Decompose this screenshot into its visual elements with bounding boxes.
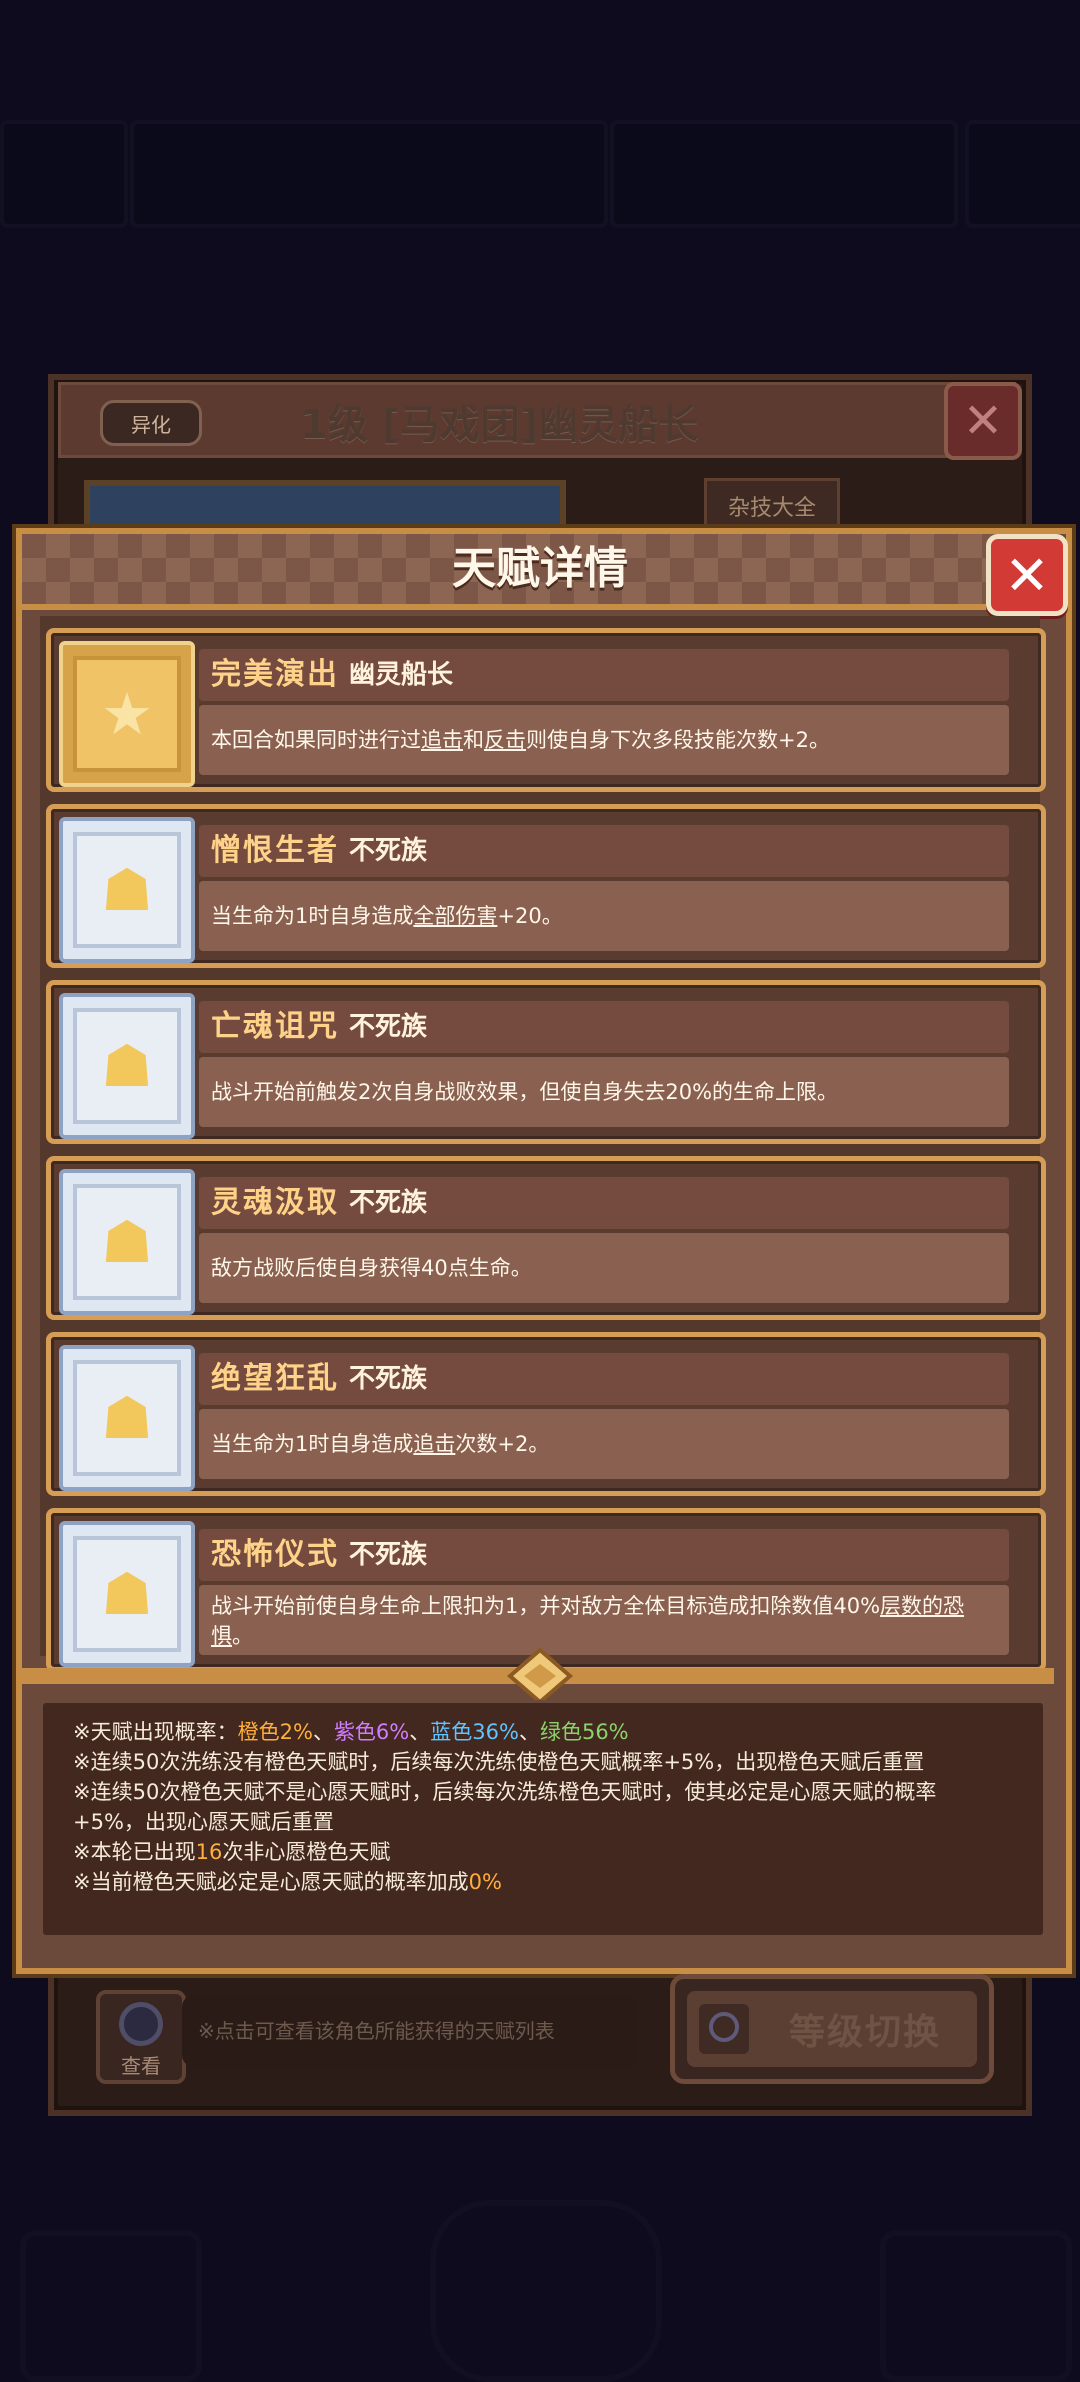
talent-icon-frame: ★: [59, 641, 195, 787]
search-icon: [119, 2002, 163, 2046]
talent-icon-frame: ☗: [59, 1521, 195, 1667]
bread-icon: ☗: [73, 1008, 181, 1124]
desc-text: 则使自身下次多段技能次数+2。: [526, 728, 830, 752]
talent-icon-frame: ☗: [59, 817, 195, 963]
talent-card[interactable]: ☗ 绝望狂乱 不死族当生命为1时自身造成追击次数+2。: [46, 1332, 1046, 1496]
desc-text: 40%: [833, 1594, 881, 1618]
hud-slot: [610, 120, 958, 228]
talent-name: 憎恨生者: [211, 833, 339, 868]
talent-description: 本回合如果同时进行过追击和反击则使自身下次多段技能次数+2。: [211, 725, 1001, 755]
background-hud: [0, 120, 1080, 230]
talent-card[interactable]: ★ 完美演出 幽灵船长本回合如果同时进行过追击和反击则使自身下次多段技能次数+2。: [46, 628, 1046, 792]
talent-icon-frame: ☗: [59, 1169, 195, 1315]
hud-slot: [0, 120, 128, 228]
rate-line-5: ※当前橙色天赋必定是心愿天赋的概率加成0%: [73, 1870, 502, 1894]
talent-tribe: 不死族: [349, 1540, 428, 1570]
close-icon[interactable]: ✕: [986, 534, 1068, 616]
level-switch-button[interactable]: 等级切换: [670, 1974, 994, 2084]
talent-name: 恐怖仪式: [211, 1537, 339, 1572]
hud-slot: [965, 120, 1080, 228]
character-title: 1级 [马戏团]幽灵船长: [300, 402, 699, 448]
talent-tribe: 不死族: [349, 1012, 428, 1042]
hud-slot: [130, 120, 608, 228]
talent-tribe: 不死族: [349, 1364, 428, 1394]
hint-text: ※点击可查看该角色所能获得的天赋列表: [182, 1995, 638, 2067]
search-icon: [699, 2004, 749, 2054]
talent-card[interactable]: ☗ 亡魂诅咒 不死族战斗开始前触发2次自身战败效果，但使自身失去20%的生命上限。: [46, 980, 1046, 1144]
talent-name: 绝望狂乱: [211, 1361, 339, 1396]
talent-icon-frame: ☗: [59, 1345, 195, 1491]
desc-text: +20。: [497, 904, 563, 928]
talent-icon-frame: ☗: [59, 993, 195, 1139]
desc-text: 敌方战败后使自身获得40点生命。: [211, 1256, 532, 1280]
skill-tag[interactable]: 杂技大全: [704, 478, 840, 534]
desc-text: 当生命为1时自身造成: [211, 1432, 414, 1456]
keyword-link[interactable]: 全部伤害: [413, 904, 497, 928]
desc-text: 本回合如果同时进行过: [211, 728, 421, 752]
talent-name: 完美演出: [211, 657, 339, 692]
talent-description: 敌方战败后使自身获得40点生命。: [211, 1253, 1001, 1283]
talent-card[interactable]: ☗ 灵魂汲取 不死族敌方战败后使自身获得40点生命。: [46, 1156, 1046, 1320]
star-icon: ★: [73, 656, 181, 772]
bread-icon: ☗: [73, 1360, 181, 1476]
talent-card[interactable]: ☗ 憎恨生者 不死族当生命为1时自身造成全部伤害+20。: [46, 804, 1046, 968]
talent-name: 灵魂汲取: [211, 1185, 339, 1220]
rate-line-1: ※天赋出现概率：橙色2%、紫色6%、蓝色36%、绿色56%: [73, 1720, 629, 1744]
talent-description: 当生命为1时自身造成全部伤害+20。: [211, 901, 1001, 931]
talent-tribe: 不死族: [349, 1188, 428, 1218]
desc-text: 当生命为1时自身造成: [211, 904, 414, 928]
modal-title: 天赋详情: [452, 543, 628, 594]
desc-text: 战斗开始前触发2次自身战败效果，但使自身失去20%的生命上限。: [211, 1080, 839, 1104]
background-footer: [0, 2190, 1080, 2382]
mutation-badge: 异化: [100, 400, 202, 446]
talent-description: 当生命为1时自身造成追击次数+2。: [211, 1429, 1001, 1459]
rate-line-4: ※本轮已出现16次非心愿橙色天赋: [73, 1840, 391, 1864]
talent-tribe: 幽灵船长: [349, 660, 454, 690]
probability-panel: ※天赋出现概率：橙色2%、紫色6%、蓝色36%、绿色56% ※连续50次洗练没有…: [40, 1700, 1046, 1938]
view-talents-button[interactable]: 查看: [96, 1990, 186, 2084]
rate-line-3b: +5%，出现心愿天赋后重置: [73, 1810, 334, 1834]
talent-description: 战斗开始前使自身生命上限扣为1，并对敌方全体目标造成扣除数值40%层数的恐惧。: [211, 1591, 1001, 1651]
keyword-link[interactable]: 反击: [484, 728, 526, 752]
view-label: 查看: [121, 2054, 161, 2078]
bread-icon: ☗: [73, 1184, 181, 1300]
rate-line-3a: ※连续50次橙色天赋不是心愿天赋时，后续每次洗练橙色天赋时，使其必定是心愿天赋的…: [73, 1780, 937, 1804]
bread-icon: ☗: [73, 832, 181, 948]
keyword-link[interactable]: 追击: [413, 1432, 455, 1456]
keyword-link[interactable]: 追击: [421, 728, 463, 752]
ornament-icon: [506, 1647, 574, 1705]
desc-text: 。: [232, 1624, 253, 1648]
talent-description: 战斗开始前触发2次自身战败效果，但使自身失去20%的生命上限。: [211, 1077, 1001, 1107]
desc-text: 战斗开始前使自身生命上限扣为1，并对敌方全体目标造成扣除数值: [211, 1594, 834, 1618]
bread-icon: ☗: [73, 1536, 181, 1652]
rate-line-2: ※连续50次洗练没有橙色天赋时，后续每次洗练使橙色天赋概率+5%，出现橙色天赋后…: [73, 1750, 925, 1774]
desc-text: 次数+2。: [455, 1432, 550, 1456]
level-switch-label: 等级切换: [789, 2012, 942, 2053]
desc-text: 和: [463, 728, 484, 752]
talent-name: 亡魂诅咒: [211, 1009, 339, 1044]
talent-tribe: 不死族: [349, 836, 428, 866]
character-close-icon[interactable]: ✕: [944, 382, 1022, 460]
